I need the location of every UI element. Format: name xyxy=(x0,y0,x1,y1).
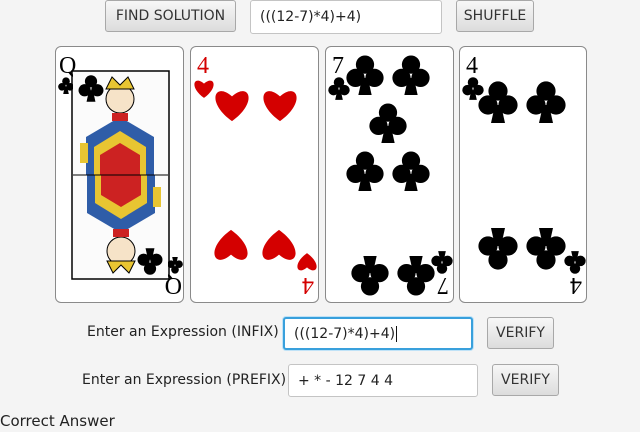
find-solution-button[interactable]: FIND SOLUTION xyxy=(105,0,236,32)
svg-text:4: 4 xyxy=(570,272,582,298)
prefix-input[interactable]: + * - 12 7 4 4 xyxy=(288,364,478,397)
queen-of-clubs-face: Q Q xyxy=(58,53,183,298)
verify-prefix-label: VERIFY xyxy=(501,372,550,388)
infix-label: Enter an Expression (INFIX) xyxy=(87,324,279,340)
solution-value: (((12-7)*4)+4) xyxy=(260,9,362,25)
shuffle-button[interactable]: SHUFFLE xyxy=(456,0,534,32)
svg-text:4: 4 xyxy=(466,53,478,79)
solution-field[interactable]: (((12-7)*4)+4) xyxy=(250,0,442,34)
shuffle-label: SHUFFLE xyxy=(463,8,527,24)
svg-text:4: 4 xyxy=(197,53,209,79)
find-solution-label: FIND SOLUTION xyxy=(115,8,226,24)
svg-text:4: 4 xyxy=(302,272,314,298)
prefix-label: Enter an Expression (PREFIX) xyxy=(82,372,287,388)
infix-input[interactable]: (((12-7)*4)+4) xyxy=(283,317,473,350)
card-1: Q Q xyxy=(55,46,184,303)
four-of-clubs-face: 4 4 xyxy=(462,53,586,298)
infix-value: (((12-7)*4)+4) xyxy=(294,325,396,342)
card-4: 4 4 xyxy=(459,46,587,303)
text-caret xyxy=(396,325,398,342)
status-message: Correct Answer xyxy=(0,412,115,430)
card-3: 7 7 xyxy=(325,46,454,303)
svg-text:7: 7 xyxy=(332,53,344,79)
verify-prefix-button[interactable]: VERIFY xyxy=(492,364,559,396)
verify-infix-label: VERIFY xyxy=(496,325,545,341)
prefix-value: + * - 12 7 4 4 xyxy=(298,372,394,389)
verify-infix-button[interactable]: VERIFY xyxy=(487,317,554,349)
svg-text:7: 7 xyxy=(437,272,449,298)
seven-of-clubs-face: 7 7 xyxy=(328,53,453,298)
four-of-hearts-face: 4 4 xyxy=(194,53,317,298)
card-2: 4 4 xyxy=(190,46,319,303)
